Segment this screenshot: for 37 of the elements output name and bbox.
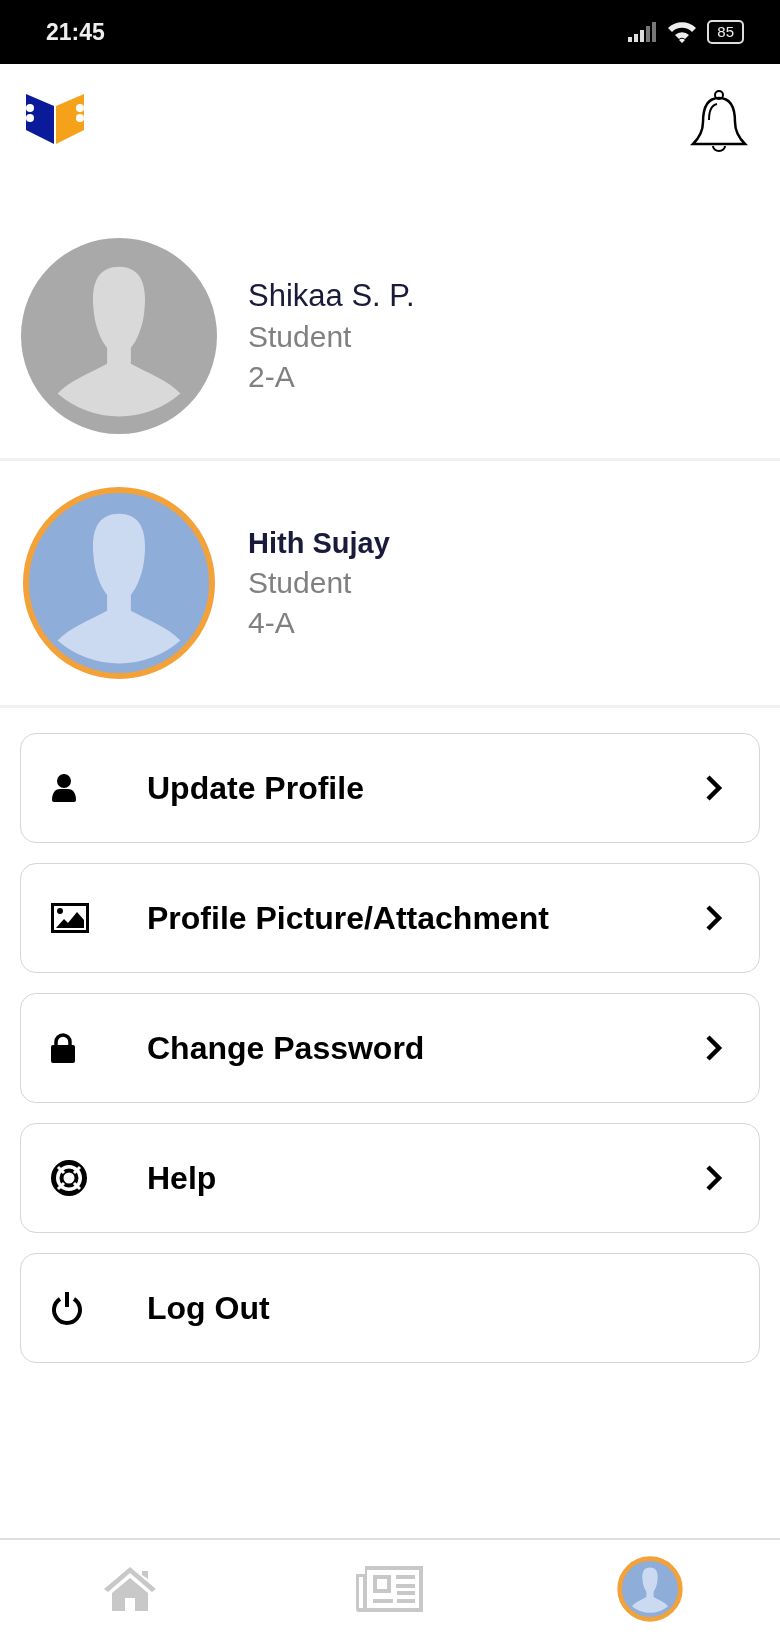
newspaper-icon[interactable]	[355, 1564, 425, 1614]
menu-label: Help	[147, 1159, 218, 1197]
status-time: 21:45	[46, 18, 105, 46]
menu-item[interactable]: Log Out	[20, 1253, 760, 1363]
chevron-right-icon	[705, 1164, 723, 1192]
profile-role: Student	[248, 565, 353, 600]
menu-label: Change Password	[147, 1029, 426, 1067]
avatar-icon	[20, 484, 218, 682]
battery-indicator: 85	[707, 20, 744, 44]
wifi-icon	[667, 20, 698, 44]
power-icon	[51, 1291, 83, 1325]
profile-class: 4-A	[248, 605, 296, 640]
menu-label: Update Profile	[147, 769, 365, 807]
image-icon	[51, 903, 89, 933]
avatar-icon	[20, 237, 218, 435]
lifebuoy-icon	[51, 1160, 87, 1196]
menu-label: Profile Picture/Attachment	[147, 899, 550, 937]
menu-item[interactable]: Help	[20, 1123, 760, 1233]
profile-name: Hith Sujay	[248, 526, 390, 560]
profile-item[interactable]: Shikaa S. P. Student 2-A	[0, 214, 780, 461]
menu-item[interactable]: Profile Picture/Attachment	[20, 863, 760, 973]
menu-item[interactable]: Change Password	[20, 993, 760, 1103]
chevron-right-icon	[705, 904, 723, 932]
home-icon[interactable]	[102, 1565, 158, 1613]
lock-icon	[51, 1033, 75, 1063]
profile-name: Shikaa S. P.	[248, 278, 415, 314]
notification-bell-icon[interactable]	[690, 90, 748, 154]
person-icon	[51, 774, 77, 802]
profile-item[interactable]: Hith Sujay Student 4-A	[0, 461, 780, 708]
menu-item[interactable]: Update Profile	[20, 733, 760, 843]
profile-role: Student	[248, 320, 353, 354]
chevron-right-icon	[705, 774, 723, 802]
avatar-icon[interactable]	[617, 1556, 683, 1622]
signal-icon	[627, 21, 658, 43]
menu-label: Log Out	[147, 1289, 271, 1327]
chevron-right-icon	[705, 1034, 723, 1062]
profile-class: 2-A	[248, 360, 296, 394]
